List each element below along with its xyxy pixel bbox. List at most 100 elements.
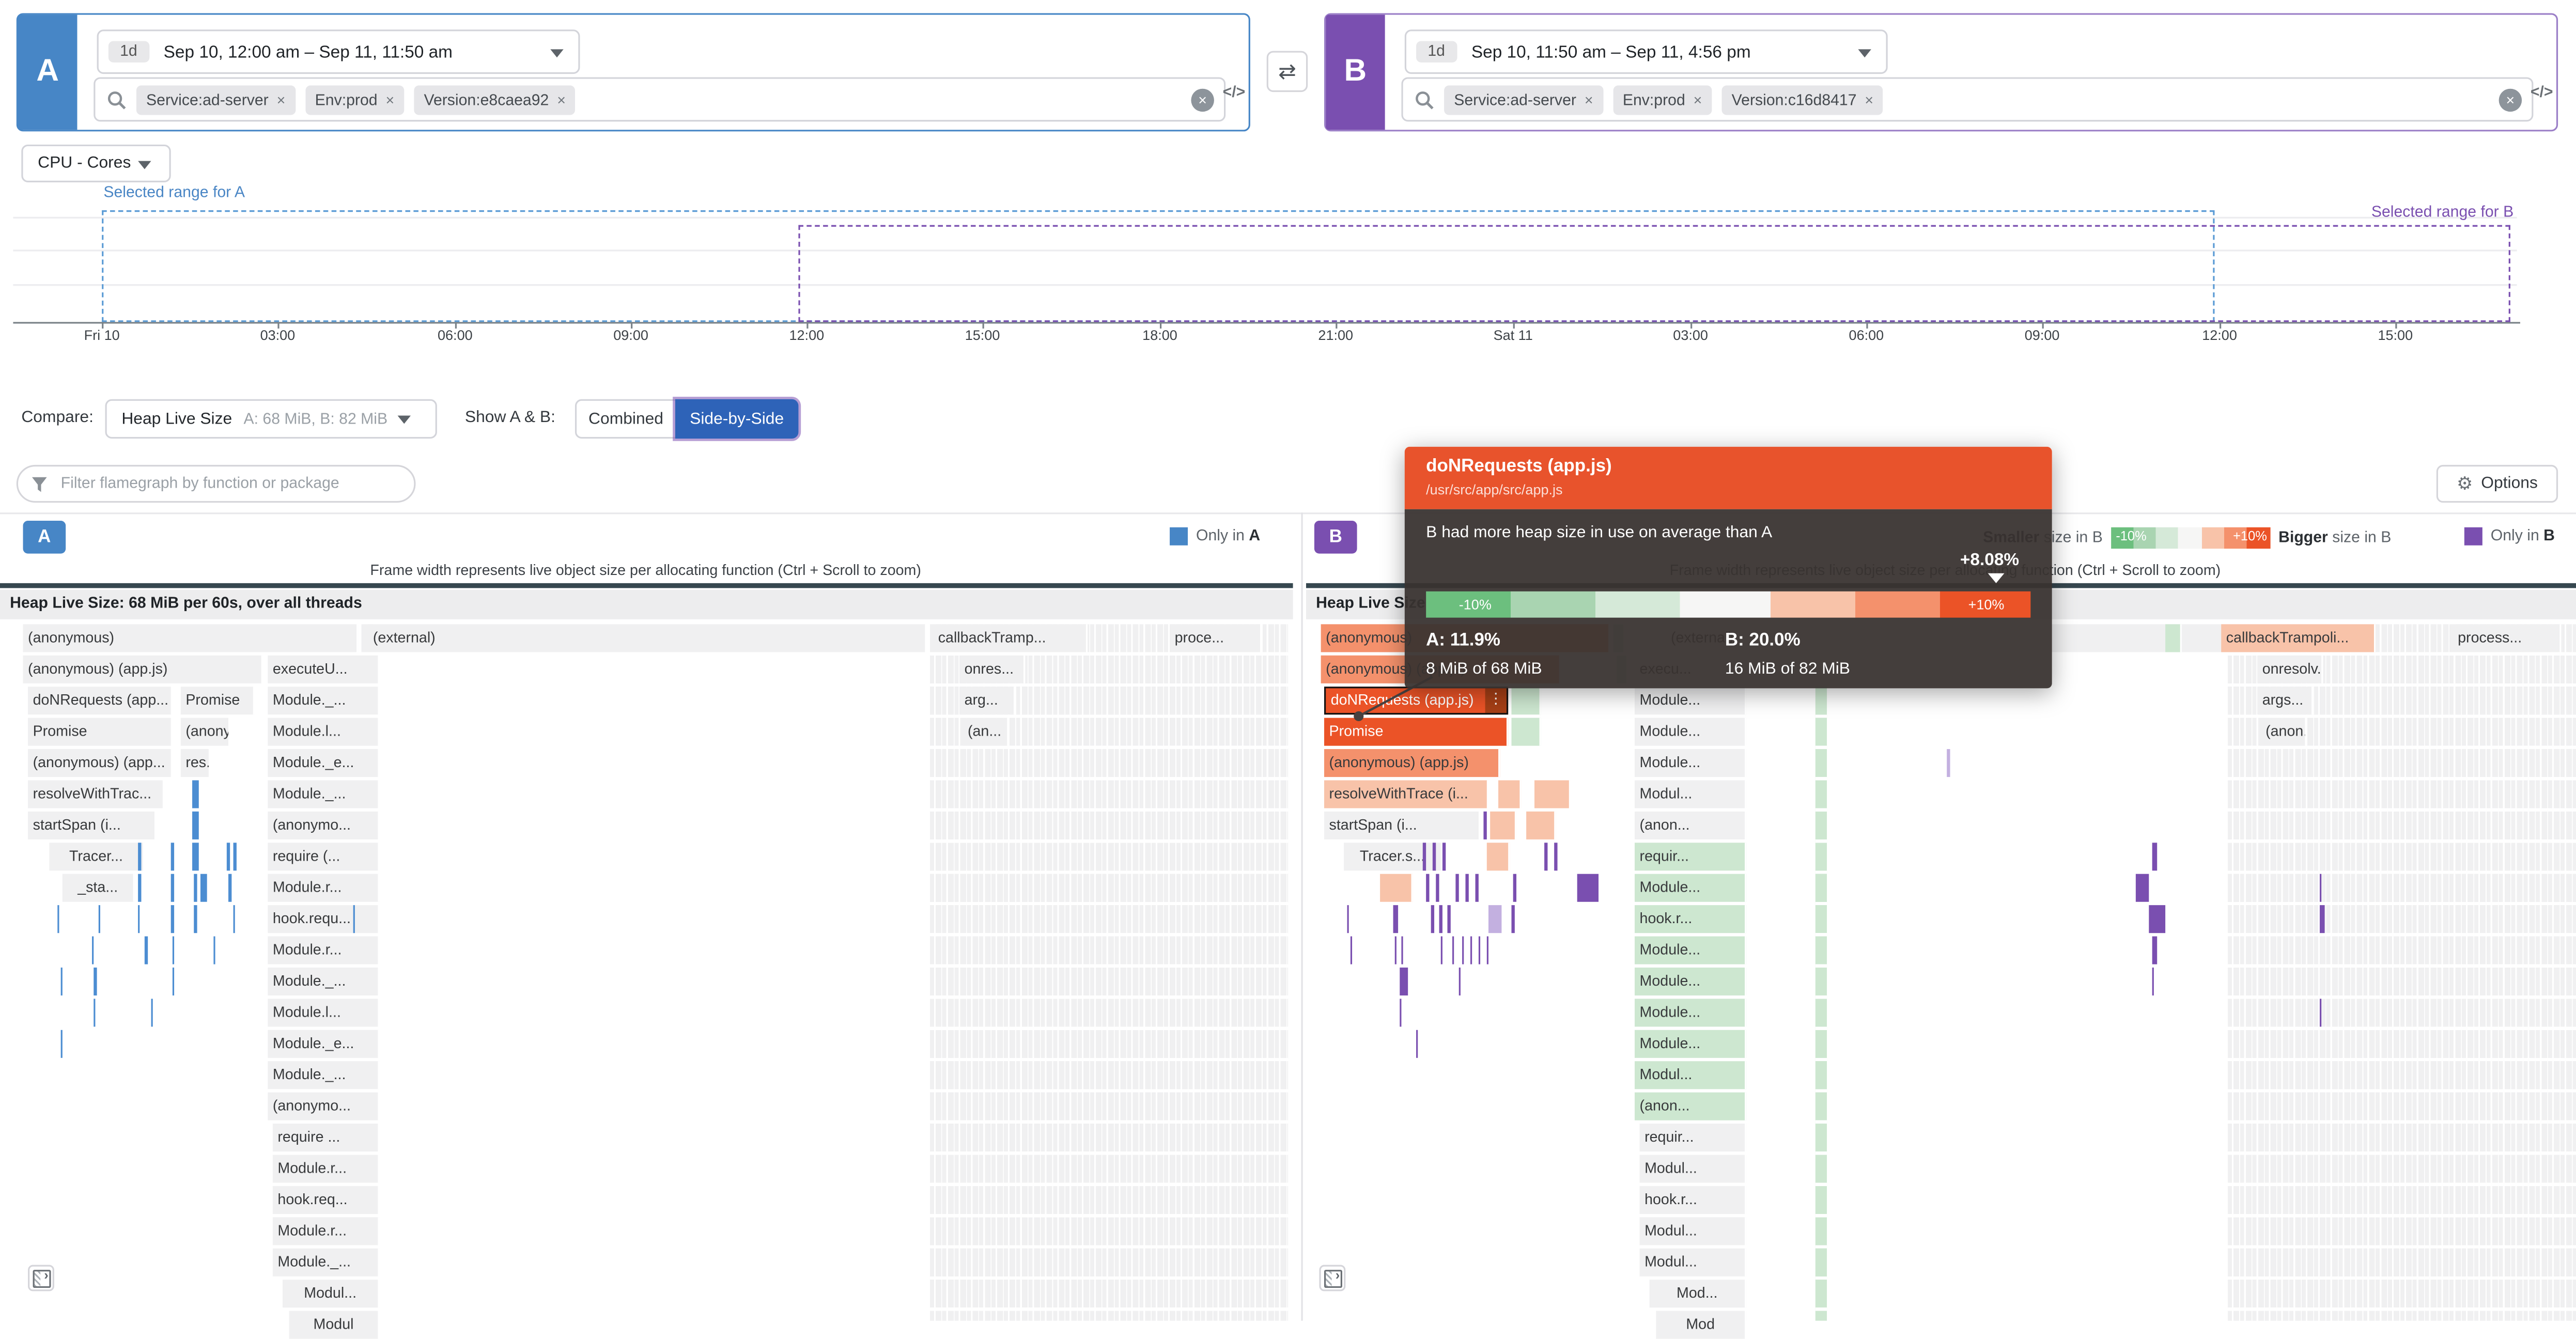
clear-search-icon[interactable]: ×: [2499, 88, 2522, 111]
search-input-b[interactable]: Service:ad-server × Env:prod × Version:c16…: [1401, 77, 2534, 122]
flame-frame[interactable]: [1511, 687, 1541, 715]
expand-panel-button-a[interactable]: ›: [28, 1265, 54, 1291]
filter-tag[interactable]: Version:c16d8417 ×: [1721, 84, 1884, 115]
flame-frame[interactable]: (anonymous): [23, 624, 359, 652]
remove-tag-icon[interactable]: ×: [385, 91, 394, 107]
flame-frame[interactable]: hook.r...: [1635, 905, 1747, 933]
flame-frame[interactable]: (anonymous) (app.js): [1324, 749, 1500, 777]
flame-frame[interactable]: requir...: [1639, 1124, 1747, 1152]
flame-frame[interactable]: [1526, 811, 1556, 839]
flamegraph-filter[interactable]: [16, 464, 416, 503]
flame-frame[interactable]: (anon...: [1635, 1092, 1747, 1120]
flame-frame[interactable]: Tracer...: [49, 843, 145, 871]
filter-tag[interactable]: Service:ad-server ×: [136, 84, 296, 115]
flame-frame[interactable]: Modul...: [1635, 1061, 1747, 1089]
flame-frame[interactable]: Module...: [1635, 874, 1747, 902]
flame-frame[interactable]: (anon...: [1635, 811, 1747, 839]
flame-frame[interactable]: Module._...: [268, 780, 380, 808]
flame-frame[interactable]: Module._...: [272, 1248, 380, 1276]
flame-frame[interactable]: (anonymo...: [268, 1092, 380, 1120]
flame-frame[interactable]: startSpan (i...: [28, 811, 157, 839]
flame-frame[interactable]: executeU...: [268, 655, 380, 683]
flame-frame[interactable]: Modul...: [1639, 1155, 1747, 1183]
expand-panel-button-b[interactable]: ›: [1319, 1265, 1346, 1291]
flame-frame[interactable]: Modul...: [1639, 1248, 1747, 1276]
flame-frame[interactable]: process...: [2453, 624, 2562, 652]
flame-frame[interactable]: Module.r...: [272, 1217, 380, 1245]
flame-frame[interactable]: Module._...: [268, 687, 380, 715]
flame-frame[interactable]: callbackTrampoli...: [2221, 624, 2376, 652]
time-range-selector-b[interactable]: 1d Sep 10, 11:50 am – Sep 11, 4:56 pm: [1404, 29, 1888, 74]
flame-frame[interactable]: Module...: [1635, 718, 1747, 746]
filter-tag[interactable]: Service:ad-server ×: [1444, 84, 1603, 115]
filter-tag[interactable]: Version:e8caea92 ×: [414, 84, 576, 115]
flame-frame[interactable]: resolveWithTrac...: [28, 780, 164, 808]
flame-frame[interactable]: Module._e...: [268, 749, 380, 777]
code-view-icon[interactable]: </>: [1223, 84, 1246, 102]
remove-tag-icon[interactable]: ×: [1865, 91, 1873, 107]
flame-frame[interactable]: Module._e...: [268, 1030, 380, 1058]
selected-range-b-box[interactable]: [798, 225, 2510, 322]
flame-frame[interactable]: Modul...: [282, 1280, 380, 1308]
flame-frame[interactable]: Modul...: [1639, 1217, 1747, 1245]
flame-frame[interactable]: require ...: [272, 1124, 380, 1152]
flame-frame[interactable]: Module.l...: [268, 999, 380, 1027]
flame-frame[interactable]: callbackTramp...: [933, 624, 1088, 652]
flame-frame[interactable]: proce...: [1170, 624, 1262, 652]
flame-frame[interactable]: requir...: [1635, 843, 1747, 871]
time-range-selector-a[interactable]: 1d Sep 10, 12:00 am – Sep 11, 11:50 am: [97, 29, 580, 74]
remove-tag-icon[interactable]: ×: [277, 91, 286, 107]
flame-frame[interactable]: [1534, 780, 1571, 808]
flame-frame[interactable]: doNRequests (app...: [28, 687, 173, 715]
flame-frame[interactable]: Module._...: [268, 1061, 380, 1089]
flame-frame[interactable]: hook.requ...: [268, 905, 380, 933]
flame-frame[interactable]: Module.r...: [268, 936, 380, 964]
clear-search-icon[interactable]: ×: [1191, 88, 1214, 111]
side-by-side-button[interactable]: Side-by-Side: [675, 399, 799, 439]
flame-frame[interactable]: Module...: [1635, 967, 1747, 996]
flame-frame[interactable]: startSpan (i...: [1324, 811, 1481, 839]
flame-frame[interactable]: [1490, 811, 1517, 839]
remove-tag-icon[interactable]: ×: [1585, 91, 1593, 107]
flame-frame[interactable]: [2165, 624, 2182, 652]
flame-frame[interactable]: Module.l...: [268, 718, 380, 746]
filter-tag[interactable]: Env:prod ×: [305, 84, 405, 115]
flame-frame[interactable]: (anonymous) (app.js): [23, 655, 263, 683]
flame-frame[interactable]: Modul...: [1635, 780, 1747, 808]
flame-frame[interactable]: arg...: [959, 687, 1016, 715]
flame-frame[interactable]: Modul: [289, 1311, 380, 1339]
flame-frame[interactable]: (anonymo...: [268, 811, 380, 839]
swap-ab-button[interactable]: ⇄: [1266, 51, 1308, 92]
flame-frame[interactable]: Tracer.s...: [1344, 843, 1442, 871]
flame-frame[interactable]: resolveWithTrace (i...: [1324, 780, 1488, 808]
flame-frame[interactable]: (external): [368, 624, 927, 652]
flame-frame[interactable]: Module...: [1635, 1030, 1747, 1058]
flame-root-bar-a[interactable]: [0, 583, 1293, 588]
flame-frame[interactable]: require (...: [268, 843, 380, 871]
flame-frame[interactable]: [1380, 874, 1413, 902]
flame-frame[interactable]: Promise: [28, 718, 173, 746]
flame-frame[interactable]: Module...: [1635, 687, 1747, 715]
flame-frame[interactable]: doNRequests (app.js) ⋮: [1324, 687, 1509, 715]
flame-frame[interactable]: (anon...: [2260, 718, 2307, 746]
flame-frame[interactable]: args...: [2257, 687, 2314, 715]
code-view-icon[interactable]: </>: [2531, 84, 2553, 102]
flame-frame[interactable]: [1486, 843, 1510, 871]
flame-frame[interactable]: _sta...: [62, 874, 135, 902]
filter-tag[interactable]: Env:prod ×: [1612, 84, 1712, 115]
compare-metric-dropdown[interactable]: Heap Live Size A: 68 MiB, B: 82 MiB: [105, 399, 437, 439]
flame-frame[interactable]: onresolv...: [2257, 655, 2323, 683]
flame-frame[interactable]: Promise: [1324, 718, 1509, 746]
flame-root-row-a[interactable]: Heap Live Size: 68 MiB per 60s, over all…: [0, 589, 1293, 619]
flame-frame[interactable]: Mod...: [1649, 1280, 1747, 1308]
combined-button[interactable]: Combined: [575, 399, 677, 439]
flame-frame[interactable]: (anonymous) (app...: [28, 749, 173, 777]
flame-frame[interactable]: res...: [180, 749, 211, 777]
search-input-a[interactable]: Service:ad-server × Env:prod × Version:e8c…: [94, 77, 1226, 122]
remove-tag-icon[interactable]: ×: [1694, 91, 1702, 107]
flame-frame[interactable]: Module...: [1635, 749, 1747, 777]
flame-frame[interactable]: Module.r...: [272, 1155, 380, 1183]
frame-menu-button[interactable]: ⋮: [1485, 688, 1507, 713]
flame-frame[interactable]: Module._...: [268, 967, 380, 996]
metric-dropdown[interactable]: CPU - Cores: [21, 144, 170, 182]
